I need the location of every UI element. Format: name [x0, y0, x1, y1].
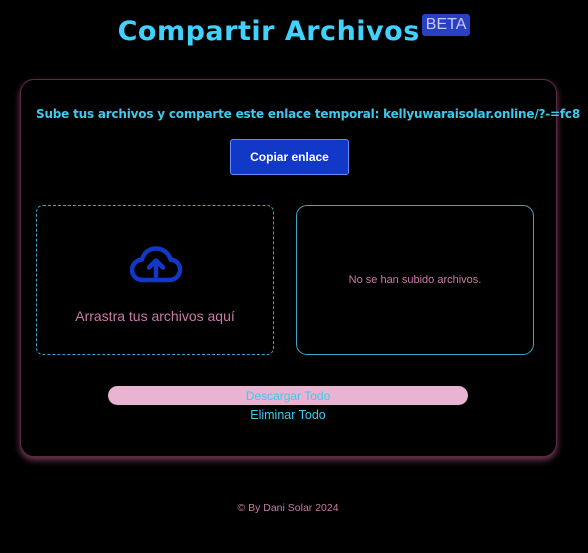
share-card: Sube tus archivos y comparte este enlace… [20, 79, 580, 457]
page: Compartir Archivos BETA Sube tus archivo… [0, 0, 588, 553]
share-link-text: Sube tus archivos y comparte este enlace… [36, 107, 580, 121]
cloud-upload-icon [129, 246, 183, 283]
delete-all-button[interactable]: Eliminar Todo [208, 408, 368, 422]
uploaded-files-panel: No se han subido archivos. [296, 205, 534, 355]
footer-credit: © By Dani Solar 2024 [237, 502, 339, 514]
file-dropzone[interactable]: Arrastra tus archivos aquí [36, 205, 274, 355]
download-all-button[interactable]: Descargar Todo [108, 386, 468, 405]
beta-badge: BETA [421, 14, 471, 36]
page-title: Compartir Archivos [117, 16, 420, 47]
header: Compartir Archivos BETA [0, 12, 588, 56]
empty-files-message: No se han subido archivos. [348, 274, 482, 286]
dropzone-label: Arrastra tus archivos aquí [75, 308, 235, 324]
copy-link-button[interactable]: Copiar enlace [230, 139, 349, 175]
